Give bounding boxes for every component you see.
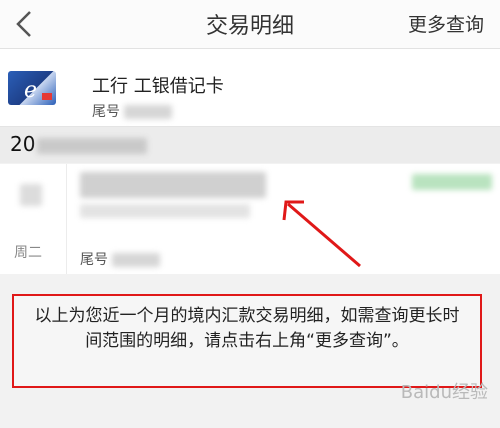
record-date-column: 周二: [0, 164, 67, 274]
svg-text:e: e: [24, 78, 37, 103]
card-name: 工行 工银借记卡: [92, 76, 224, 97]
record-tail-number: 尾号: [80, 249, 160, 269]
record-tail-label: 尾号: [80, 252, 108, 268]
transaction-record[interactable]: 周二 尾号: [0, 164, 500, 274]
date-group-label: 20: [10, 132, 148, 156]
redacted-amount: [412, 174, 492, 190]
watermark: Baidu经验: [400, 382, 488, 403]
more-query-button[interactable]: 更多查询: [408, 10, 484, 37]
redacted-transaction-detail: [80, 172, 266, 198]
redacted-record-number: [112, 253, 160, 267]
redacted-date: [37, 137, 148, 154]
weekday-label: 周二: [14, 245, 42, 261]
redacted-card-number: [124, 105, 172, 119]
card-selector[interactable]: e 工行 工银借记卡 尾号: [0, 49, 500, 127]
redacted-transaction-detail-2: [80, 204, 250, 218]
notice-box: 以上为您近一个月的境内汇款交易明细，如需查询更长时间范围的明细，请点击右上角“更…: [12, 294, 482, 388]
card-tail-number: 尾号: [92, 101, 172, 121]
date-group-header: 20: [0, 127, 500, 163]
nav-bar: 交易明细 更多查询: [0, 0, 500, 49]
arrow-annotation: [282, 200, 361, 268]
date-visible-text: 20: [10, 132, 36, 156]
redacted-day: [20, 184, 42, 206]
bank-card-icon: e: [8, 71, 56, 105]
card-tail-label: 尾号: [92, 104, 120, 120]
